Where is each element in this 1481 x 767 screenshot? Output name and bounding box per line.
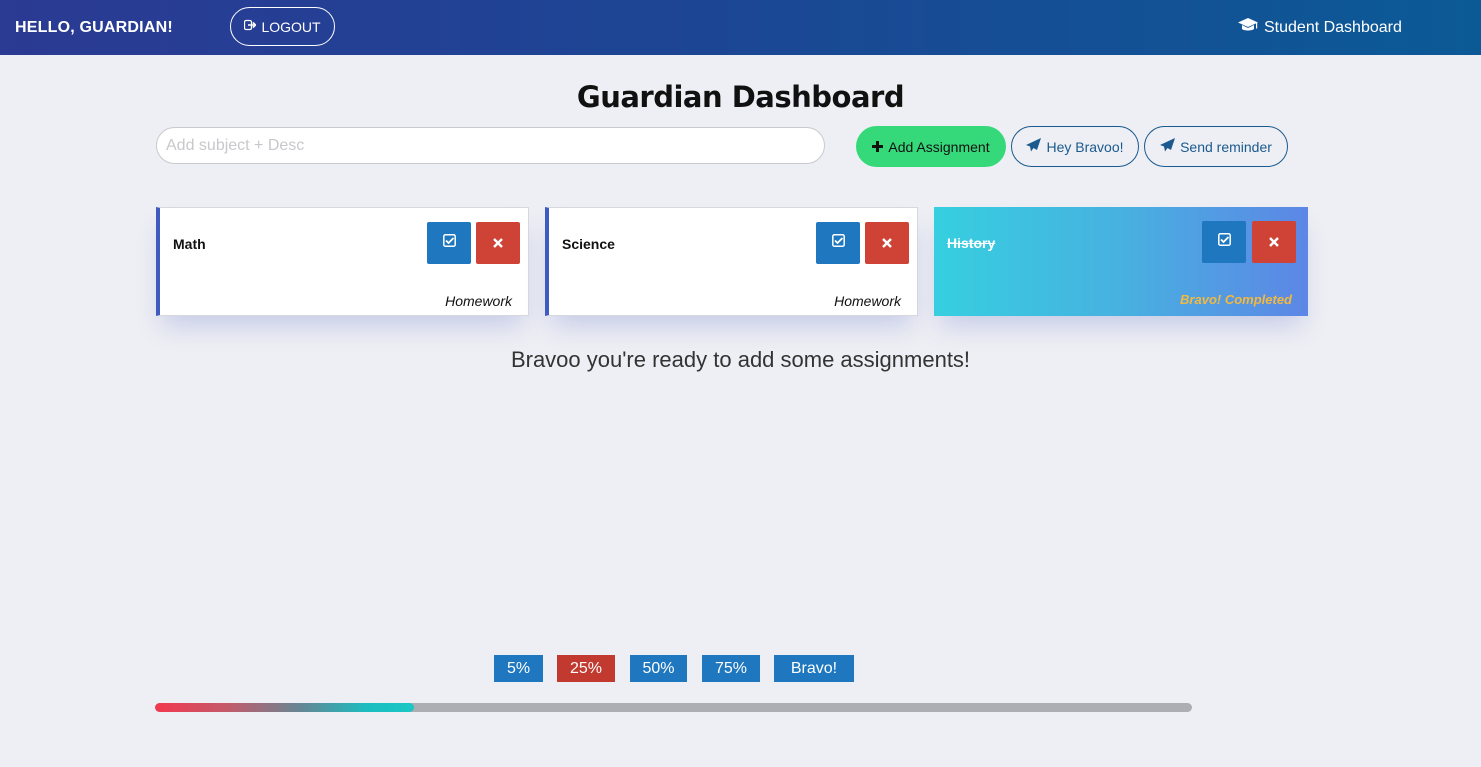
- milestone-50: 50%: [630, 655, 687, 682]
- student-dashboard-link[interactable]: Student Dashboard: [1238, 18, 1402, 38]
- add-assignment-button[interactable]: Add Assignment: [856, 126, 1006, 167]
- assignment-description: Homework: [445, 293, 512, 309]
- assignment-subject: History: [947, 235, 996, 251]
- close-icon: [493, 235, 503, 251]
- close-icon: [882, 235, 892, 251]
- assignment-description: Homework: [834, 293, 901, 309]
- logout-label: LOGOUT: [261, 18, 321, 35]
- delete-button[interactable]: [865, 222, 909, 264]
- ready-message: Bravoo you're ready to add some assignme…: [510, 347, 971, 372]
- assignment-subject: Science: [562, 236, 615, 252]
- hey-bravoo-button[interactable]: Hey Bravoo!: [1011, 126, 1139, 167]
- complete-button[interactable]: [427, 222, 471, 264]
- progress-bar: [155, 703, 1192, 712]
- send-reminder-label: Send reminder: [1180, 138, 1272, 155]
- paper-plane-icon: [1160, 138, 1176, 155]
- assignment-card-completed: History Bravo! Completed: [934, 207, 1308, 316]
- close-icon: [1269, 234, 1279, 250]
- completed-status: Bravo! Completed: [1180, 292, 1292, 307]
- delete-button[interactable]: [476, 222, 520, 264]
- hey-bravoo-label: Hey Bravoo!: [1046, 138, 1124, 155]
- page-title: Guardian Dashboard: [576, 80, 905, 114]
- student-dashboard-label: Student Dashboard: [1264, 19, 1402, 36]
- paper-plane-icon: [1026, 138, 1042, 155]
- logout-button[interactable]: LOGOUT: [230, 7, 335, 46]
- milestone-5: 5%: [494, 655, 543, 682]
- top-navbar: HELLO, GUARDIAN! LOGOUT Student Dashboar…: [0, 0, 1481, 55]
- milestone-75: 75%: [702, 655, 760, 682]
- complete-button[interactable]: [1202, 221, 1246, 263]
- assignment-card: Science Homework: [545, 207, 918, 316]
- check-square-icon: [831, 234, 845, 252]
- sign-out-icon: [244, 19, 258, 34]
- check-square-icon: [442, 234, 456, 252]
- assignment-input[interactable]: [156, 127, 825, 164]
- assignment-card: Math Homework: [156, 207, 529, 316]
- graduation-cap-icon: [1238, 18, 1258, 38]
- complete-button[interactable]: [816, 222, 860, 264]
- send-reminder-button[interactable]: Send reminder: [1144, 126, 1288, 167]
- milestone-bravo: Bravo!: [774, 655, 854, 682]
- check-square-icon: [1217, 233, 1231, 251]
- greeting-text: HELLO, GUARDIAN!: [15, 19, 173, 36]
- assignment-subject: Math: [173, 236, 206, 252]
- delete-button[interactable]: [1252, 221, 1296, 263]
- milestone-25: 25%: [557, 655, 615, 682]
- plus-icon: [872, 139, 884, 155]
- add-assignment-label: Add Assignment: [888, 138, 990, 155]
- progress-fill: [155, 703, 415, 712]
